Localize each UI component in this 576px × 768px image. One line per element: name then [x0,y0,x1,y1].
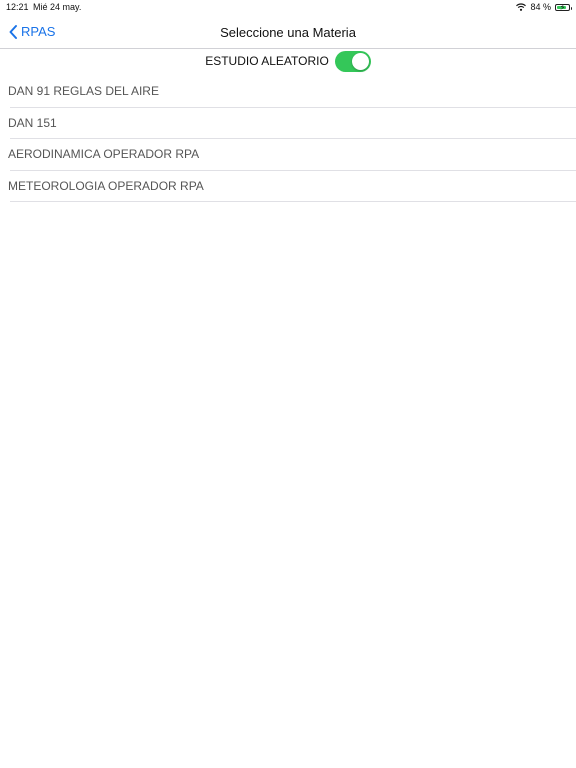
subject-list: DAN 91 REGLAS DEL AIRE DAN 151 AERODINAM… [0,76,576,202]
charging-bolt-icon: ⚡ [559,2,566,12]
random-study-label: ESTUDIO ALEATORIO [205,54,329,68]
wifi-icon [516,3,527,11]
toggle-knob [351,52,369,70]
battery-percentage: 84 % [530,2,551,12]
status-time: 12:21 [6,2,29,12]
subject-item-dan-151[interactable]: DAN 151 [0,108,576,140]
status-bar: 12:21 Mié 24 may. 84 % ⚡ [0,0,576,16]
status-date: Mié 24 may. [33,2,82,12]
navigation-bar: RPAS Seleccione una Materia [0,17,576,49]
random-study-row: ESTUDIO ALEATORIO [0,50,576,72]
subject-item-dan-91[interactable]: DAN 91 REGLAS DEL AIRE [0,76,576,108]
subject-label: METEOROLOGIA OPERADOR RPA [8,178,204,193]
subject-label: AERODINAMICA OPERADOR RPA [8,147,200,161]
subject-label: DAN 91 REGLAS DEL AIRE [8,84,159,98]
status-right: 84 % ⚡ [516,1,572,13]
subject-item-aerodinamica[interactable]: AERODINAMICA OPERADOR RPA [0,139,576,171]
subject-label: DAN 151 [8,115,57,130]
random-study-toggle[interactable] [334,50,371,72]
subject-item-meteorologia[interactable]: METEOROLOGIA OPERADOR RPA [0,171,576,203]
page-title: Seleccione una Materia [220,25,356,40]
battery-charging-icon: ⚡ [555,2,572,12]
app-screen: 12:21 Mié 24 may. 84 % ⚡ RPAS Seleccione… [0,0,576,768]
